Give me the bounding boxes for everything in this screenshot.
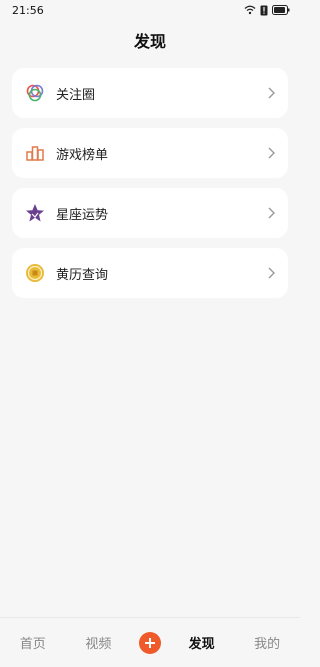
chevron-right-icon bbox=[268, 267, 275, 279]
alert-icon bbox=[260, 5, 268, 15]
chevron-right-icon bbox=[268, 207, 275, 219]
list-item-label: 星座运势 bbox=[56, 207, 109, 223]
list-item-follow-circle[interactable]: 关注圈 bbox=[12, 68, 288, 118]
status-time: 21:56 bbox=[12, 3, 44, 17]
list-item-horoscope[interactable]: 星座运势 bbox=[12, 188, 288, 238]
list-item-game-ranking[interactable]: 游戏榜单 bbox=[12, 128, 288, 178]
plus-icon bbox=[144, 637, 155, 648]
gold-coin-icon bbox=[24, 262, 46, 284]
wifi-icon bbox=[244, 5, 256, 15]
list-item-label: 游戏榜单 bbox=[56, 147, 109, 163]
page-title: 发现 bbox=[133, 32, 166, 51]
tab-video[interactable]: 视频 bbox=[73, 633, 123, 652]
list-item-label: 黄历查询 bbox=[56, 267, 109, 283]
tab-home[interactable]: 首页 bbox=[8, 633, 58, 652]
ranking-blocks-icon bbox=[24, 142, 46, 164]
tab-discover[interactable]: 发现 bbox=[177, 633, 227, 652]
list-item-label: 关注圈 bbox=[56, 87, 96, 103]
battery-icon bbox=[272, 5, 290, 15]
add-button[interactable] bbox=[138, 631, 161, 654]
status-bar: 21:56 bbox=[0, 0, 300, 20]
bottom-nav: 首页 视频 发现 我的 bbox=[0, 617, 300, 667]
tab-mine[interactable]: 我的 bbox=[242, 633, 292, 652]
star-badge-icon bbox=[24, 202, 46, 224]
circle-rings-icon bbox=[24, 82, 46, 104]
status-icons bbox=[244, 5, 290, 16]
chevron-right-icon bbox=[268, 147, 275, 159]
list-item-almanac[interactable]: 黄历查询 bbox=[12, 248, 288, 298]
chevron-right-icon bbox=[268, 87, 275, 99]
